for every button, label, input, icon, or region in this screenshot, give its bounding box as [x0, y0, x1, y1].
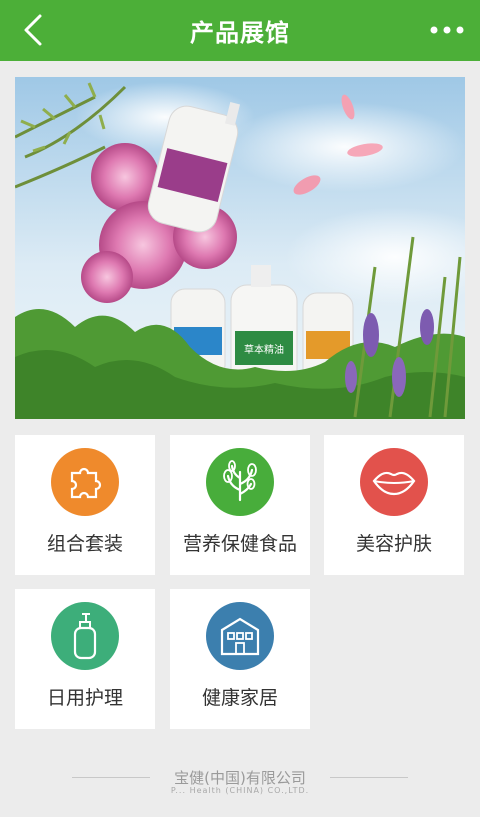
bottle-icon — [51, 602, 119, 670]
company-name-cn: 宝健(中国)有限公司 — [174, 769, 306, 787]
app-header: 产品展馆 — [0, 0, 480, 61]
category-combo-sets[interactable]: 组合套装 — [15, 435, 155, 575]
back-arrow-icon[interactable] — [18, 12, 54, 48]
company-name-en: P... Health (CHINA) CO.,LTD. — [170, 786, 310, 795]
category-label: 健康家居 — [201, 687, 278, 709]
category-home[interactable]: 健康家居 — [170, 589, 310, 729]
category-label: 日用护理 — [46, 687, 123, 709]
banner-image: 草本精油 — [15, 77, 465, 419]
category-label: 美容护肤 — [355, 533, 432, 555]
page-title: 产品展馆 — [190, 19, 290, 47]
category-label: 营养保健食品 — [182, 533, 297, 555]
category-skincare[interactable]: 美容护肤 — [324, 435, 464, 575]
category-health-food[interactable]: 营养保健食品 — [170, 435, 310, 575]
plant-icon — [206, 448, 274, 516]
puzzle-icon — [51, 448, 119, 516]
more-options-icon[interactable] — [430, 20, 464, 40]
product-banner[interactable]: 草本精油 — [15, 77, 465, 419]
category-label: 组合套装 — [46, 533, 123, 555]
bottle-brand-label: 草本精油 — [244, 343, 284, 356]
lips-icon — [360, 448, 428, 516]
category-daily-care[interactable]: 日用护理 — [15, 589, 155, 729]
house-icon — [206, 602, 274, 670]
company-footer: 宝健(中国)有限公司 P... Health (CHINA) CO.,LTD. — [0, 760, 480, 800]
